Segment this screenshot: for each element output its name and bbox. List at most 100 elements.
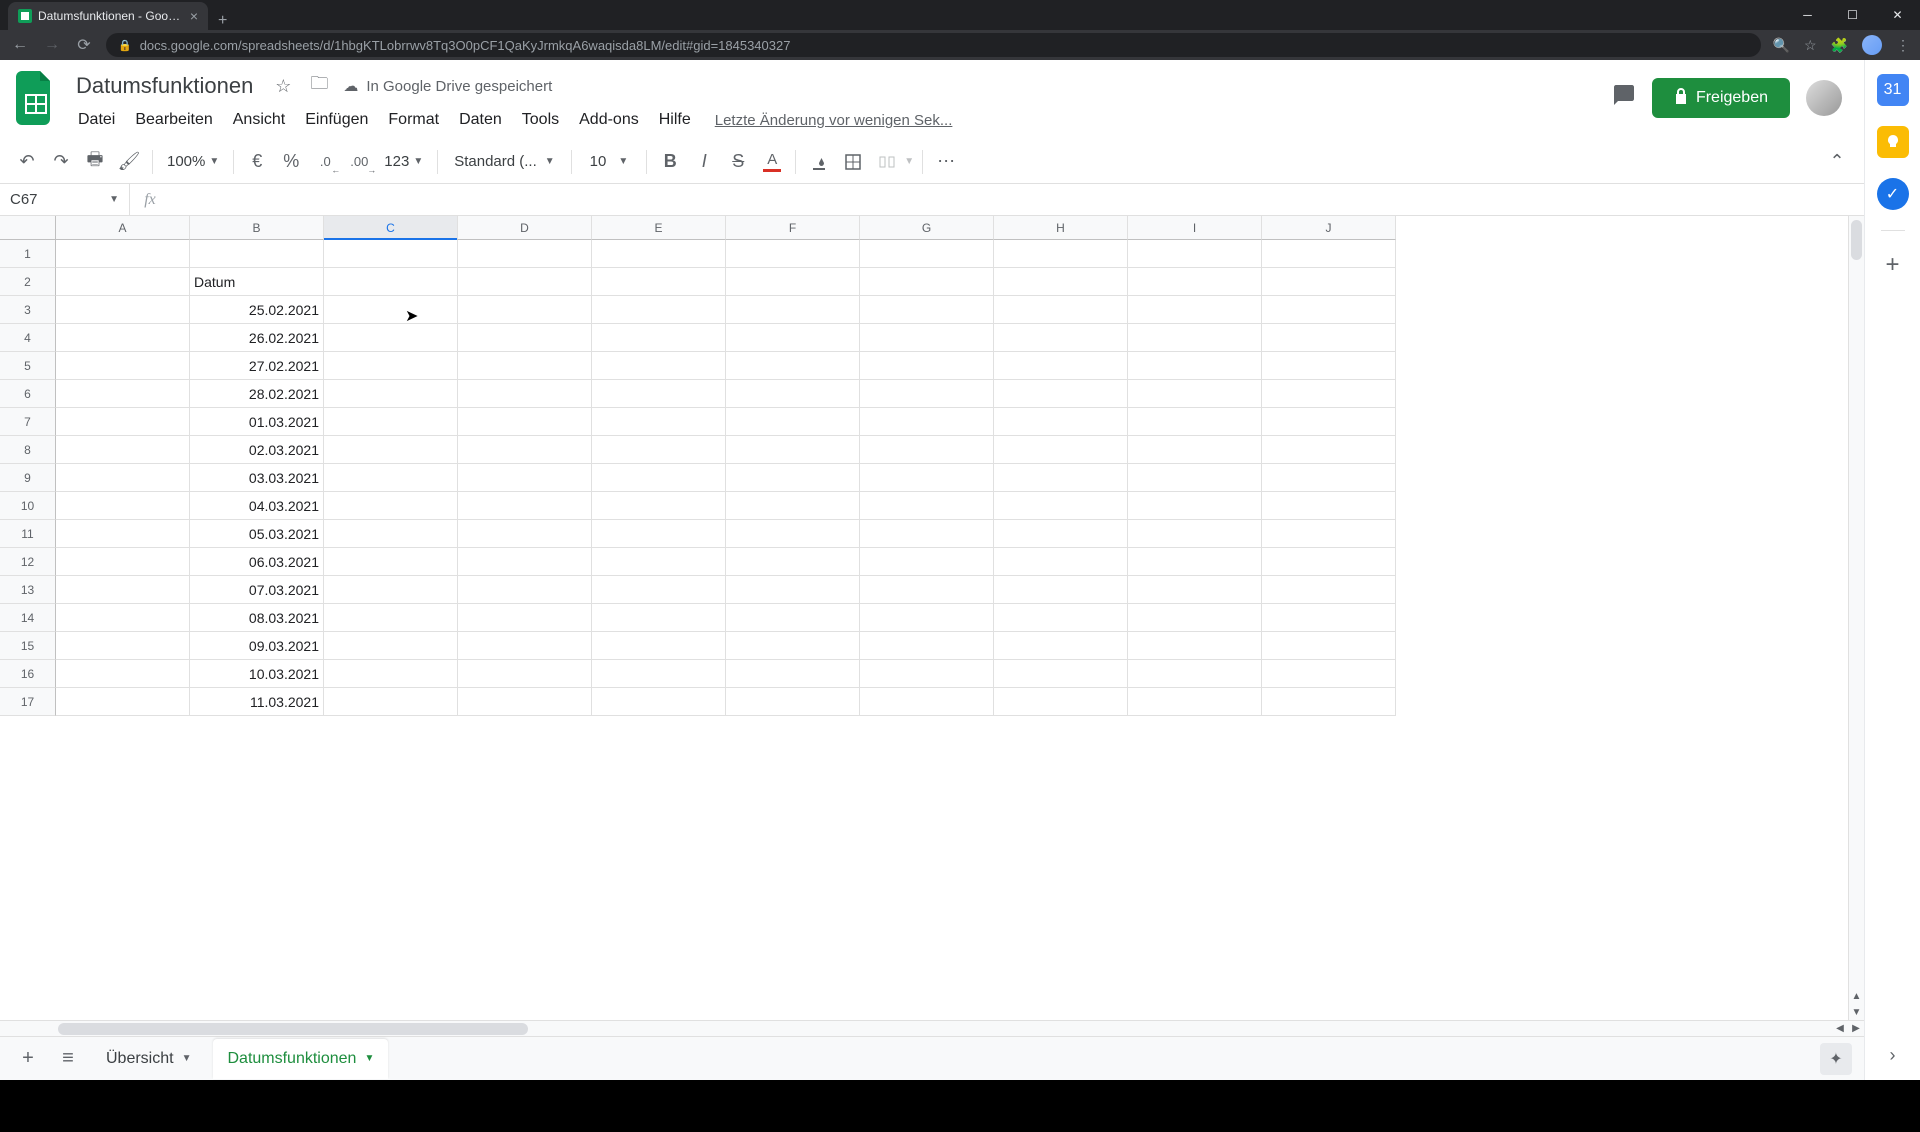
cell[interactable] xyxy=(1262,240,1396,268)
cell[interactable]: 04.03.2021 xyxy=(190,492,324,520)
cell[interactable] xyxy=(1262,520,1396,548)
cell[interactable] xyxy=(1128,632,1262,660)
column-header[interactable]: F xyxy=(726,216,860,240)
scroll-up-icon[interactable]: ▲ xyxy=(1849,988,1864,1004)
cell[interactable] xyxy=(56,604,190,632)
cell[interactable] xyxy=(860,548,994,576)
cell[interactable] xyxy=(592,632,726,660)
row-header[interactable]: 14 xyxy=(0,604,56,632)
url-bar[interactable]: 🔒 docs.google.com/spreadsheets/d/1hbgKTL… xyxy=(106,33,1761,57)
row-header[interactable]: 9 xyxy=(0,464,56,492)
undo-button[interactable]: ↶ xyxy=(12,147,42,177)
cell[interactable] xyxy=(726,240,860,268)
percent-button[interactable]: % xyxy=(276,147,306,177)
cell[interactable] xyxy=(726,380,860,408)
explore-button[interactable]: ✦ xyxy=(1820,1043,1852,1075)
last-edit-link[interactable]: Letzte Änderung vor wenigen Sek... xyxy=(715,112,953,129)
forward-button[interactable]: → xyxy=(42,36,62,54)
cell[interactable] xyxy=(56,408,190,436)
cell[interactable] xyxy=(1262,576,1396,604)
scroll-left-icon[interactable]: ◀ xyxy=(1832,1021,1848,1036)
cell[interactable] xyxy=(1128,436,1262,464)
cell[interactable] xyxy=(994,268,1128,296)
grid-area[interactable]: ABCDEFGHIJ12Datum325.02.2021426.02.20215… xyxy=(0,216,1848,1020)
cell[interactable] xyxy=(994,352,1128,380)
cell[interactable] xyxy=(56,520,190,548)
cell[interactable] xyxy=(458,520,592,548)
borders-button[interactable] xyxy=(838,147,868,177)
cell[interactable] xyxy=(56,576,190,604)
cell[interactable] xyxy=(1128,548,1262,576)
row-header[interactable]: 11 xyxy=(0,520,56,548)
cell[interactable] xyxy=(726,352,860,380)
cell[interactable] xyxy=(324,520,458,548)
back-button[interactable]: ← xyxy=(10,36,30,54)
cell[interactable] xyxy=(994,240,1128,268)
cell[interactable] xyxy=(324,660,458,688)
row-header[interactable]: 4 xyxy=(0,324,56,352)
cell[interactable] xyxy=(726,660,860,688)
cell[interactable] xyxy=(994,688,1128,716)
cell[interactable] xyxy=(994,604,1128,632)
cell[interactable] xyxy=(458,688,592,716)
cell[interactable] xyxy=(1262,380,1396,408)
cell[interactable] xyxy=(1262,352,1396,380)
cell[interactable] xyxy=(1262,436,1396,464)
comment-history-icon[interactable] xyxy=(1612,83,1636,114)
cell[interactable] xyxy=(56,352,190,380)
cell[interactable] xyxy=(324,688,458,716)
account-avatar[interactable] xyxy=(1806,80,1842,116)
row-header[interactable]: 13 xyxy=(0,576,56,604)
chevron-down-icon[interactable]: ▼ xyxy=(904,156,914,167)
row-header[interactable]: 3 xyxy=(0,296,56,324)
scroll-right-icon[interactable]: ▶ xyxy=(1848,1021,1864,1036)
cell[interactable] xyxy=(592,324,726,352)
keep-icon[interactable] xyxy=(1877,126,1909,158)
cell[interactable] xyxy=(726,632,860,660)
cell[interactable] xyxy=(726,492,860,520)
cell[interactable] xyxy=(458,464,592,492)
cell[interactable] xyxy=(726,268,860,296)
cell[interactable] xyxy=(324,576,458,604)
name-box[interactable]: C67 ▼ xyxy=(0,184,130,215)
paint-format-button[interactable]: 🖌 xyxy=(114,147,144,177)
column-header[interactable]: E xyxy=(592,216,726,240)
scroll-down-icon[interactable]: ▼ xyxy=(1849,1004,1864,1020)
cell[interactable] xyxy=(860,520,994,548)
calendar-icon[interactable]: 31 xyxy=(1877,74,1909,106)
menu-tools[interactable]: Tools xyxy=(514,107,567,133)
cell[interactable] xyxy=(56,464,190,492)
cell[interactable] xyxy=(860,408,994,436)
cell[interactable] xyxy=(994,408,1128,436)
zoom-select[interactable]: 100% ▼ xyxy=(161,153,225,170)
column-header[interactable]: A xyxy=(56,216,190,240)
column-header[interactable]: G xyxy=(860,216,994,240)
cell[interactable] xyxy=(592,604,726,632)
formula-input[interactable] xyxy=(170,184,1864,215)
cell[interactable] xyxy=(726,296,860,324)
browser-menu-icon[interactable]: ⋮ xyxy=(1896,37,1910,54)
cell[interactable] xyxy=(458,268,592,296)
new-tab-button[interactable]: + xyxy=(208,12,237,30)
cell[interactable] xyxy=(860,436,994,464)
cell[interactable] xyxy=(458,576,592,604)
cell[interactable] xyxy=(726,464,860,492)
cell[interactable] xyxy=(324,268,458,296)
cell[interactable] xyxy=(190,240,324,268)
cell[interactable] xyxy=(726,436,860,464)
more-toolbar-button[interactable]: ⋯ xyxy=(931,147,961,177)
collapse-toolbar-button[interactable]: ⌃ xyxy=(1822,147,1852,177)
cell[interactable] xyxy=(458,604,592,632)
maximize-icon[interactable]: ☐ xyxy=(1830,0,1875,30)
cell[interactable] xyxy=(458,632,592,660)
cell[interactable]: 07.03.2021 xyxy=(190,576,324,604)
row-header[interactable]: 1 xyxy=(0,240,56,268)
cell[interactable] xyxy=(860,240,994,268)
cell[interactable] xyxy=(1262,604,1396,632)
cell[interactable]: 03.03.2021 xyxy=(190,464,324,492)
cell[interactable] xyxy=(324,492,458,520)
cell[interactable] xyxy=(860,632,994,660)
cell[interactable] xyxy=(592,576,726,604)
extensions-icon[interactable]: 🧩 xyxy=(1831,37,1848,54)
cell[interactable] xyxy=(1262,548,1396,576)
